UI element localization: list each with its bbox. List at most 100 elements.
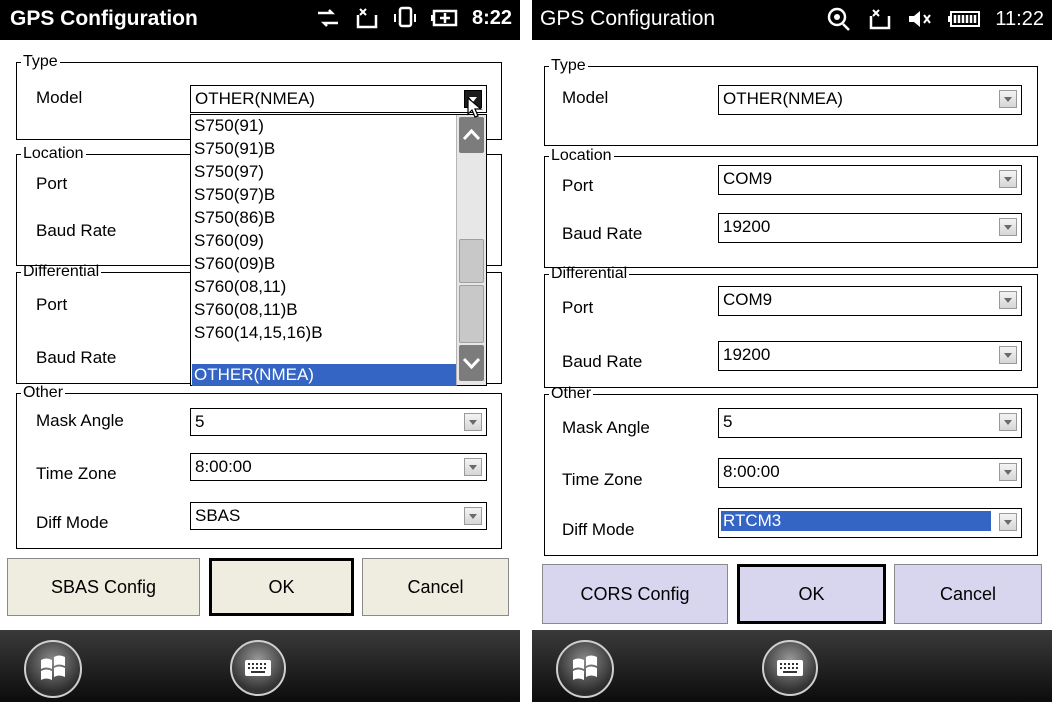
scroll-down-arrow-icon[interactable]	[459, 345, 484, 381]
list-item[interactable]: S760(08,11)B	[192, 299, 457, 321]
location-port-label: Port	[562, 176, 594, 195]
list-item[interactable]: S750(91)	[192, 115, 457, 137]
window-title: GPS Configuration	[540, 7, 716, 30]
differential-baud-value: 19200	[723, 345, 771, 364]
chevron-down-icon[interactable]	[999, 90, 1017, 108]
list-item[interactable]: S750(97)	[192, 161, 457, 183]
location-baud-value: 19200	[723, 217, 771, 236]
location-port-value: COM9	[723, 169, 773, 188]
mouse-cursor-icon	[466, 96, 484, 125]
chevron-down-icon[interactable]	[999, 463, 1017, 481]
differential-legend: Differential	[23, 263, 100, 280]
list-item-selected[interactable]: OTHER(NMEA)	[192, 364, 457, 386]
chevron-down-icon[interactable]	[464, 413, 482, 431]
vibrate-icon	[392, 6, 418, 30]
diff-mode-select[interactable]: RTCM3	[718, 508, 1022, 538]
differential-legend: Differential	[551, 265, 628, 282]
location-baud-label: Baud Rate	[36, 221, 117, 240]
diff-mode-label: Diff Mode	[36, 513, 109, 532]
sync-icon	[314, 7, 342, 29]
type-legend: Type	[551, 57, 586, 74]
chevron-down-icon[interactable]	[464, 507, 482, 525]
chevron-down-icon[interactable]	[999, 218, 1017, 236]
mask-angle-value: 5	[723, 412, 733, 431]
location-port-select[interactable]: COM9	[718, 165, 1022, 195]
time-zone-value: 8:00:00	[195, 457, 252, 476]
location-legend: Location	[551, 147, 612, 164]
differential-baud-label: Baud Rate	[36, 348, 117, 367]
list-item[interactable]: S750(91)B	[192, 138, 457, 160]
ok-button[interactable]: OK	[737, 564, 886, 624]
status-icons: 8:22	[314, 6, 512, 30]
dropdown-scrollbar[interactable]	[456, 115, 486, 385]
cancel-button[interactable]: Cancel	[362, 558, 509, 616]
model-select[interactable]: OTHER(NMEA)	[190, 85, 487, 113]
status-icons: 11:22	[825, 6, 1044, 32]
taskbar	[532, 630, 1052, 702]
model-select-value: OTHER(NMEA)	[195, 89, 315, 108]
location-port-label: Port	[36, 174, 68, 193]
model-select-value: OTHER(NMEA)	[723, 89, 843, 108]
scroll-thumb[interactable]	[459, 285, 484, 343]
windows-start-icon[interactable]	[24, 640, 82, 698]
scroll-thumb-upper[interactable]	[459, 239, 484, 283]
differential-baud-select[interactable]: 19200	[718, 341, 1022, 371]
window-title: GPS Configuration	[10, 7, 198, 30]
other-legend: Other	[23, 384, 64, 401]
list-item[interactable]: S750(97)B	[192, 184, 457, 206]
taskbar	[0, 630, 520, 702]
model-dropdown-list[interactable]: S750(91) S750(91)B S750(97) S750(97)B S7…	[190, 114, 487, 386]
form-body: Type Model OTHER(NMEA) Location Port COM…	[532, 40, 1052, 702]
clock: 8:22	[471, 6, 512, 29]
chevron-down-icon[interactable]	[464, 458, 482, 476]
list-item[interactable]: S760(09)B	[192, 253, 457, 275]
keyboard-icon[interactable]	[762, 640, 818, 696]
sbas-config-button[interactable]: SBAS Config	[7, 558, 200, 616]
list-item[interactable]: S760(09)	[192, 230, 457, 252]
diff-mode-select[interactable]: SBAS	[190, 502, 487, 530]
message-icon	[354, 7, 380, 29]
chevron-down-icon[interactable]	[999, 513, 1017, 531]
type-legend: Type	[23, 53, 58, 70]
ok-button[interactable]: OK	[209, 558, 354, 616]
left-device-screen: GPS Configuration 8:22 Type Model OTHER(…	[0, 0, 520, 702]
differential-port-label: Port	[562, 298, 594, 317]
differential-baud-label: Baud Rate	[562, 352, 643, 371]
chevron-down-icon[interactable]	[999, 170, 1017, 188]
location-legend: Location	[23, 145, 84, 162]
mask-angle-value: 5	[195, 412, 205, 431]
speaker-mute-icon	[907, 8, 933, 30]
message-icon	[867, 8, 893, 30]
time-zone-select[interactable]: 8:00:00	[190, 453, 487, 481]
time-zone-label: Time Zone	[562, 470, 643, 489]
divider	[520, 0, 532, 702]
chevron-down-icon[interactable]	[999, 413, 1017, 431]
mask-angle-label: Mask Angle	[562, 418, 650, 437]
keyboard-icon[interactable]	[230, 640, 286, 696]
list-item[interactable]: S760(14,15,16)B	[192, 322, 457, 344]
cors-config-button[interactable]: CORS Config	[542, 564, 728, 624]
title-bar: GPS Configuration 8:22	[0, 0, 520, 40]
location-baud-select[interactable]: 19200	[718, 213, 1022, 243]
differential-port-value: COM9	[723, 290, 773, 309]
list-item[interactable]: S750(86)B	[192, 207, 457, 229]
model-label: Model	[562, 88, 609, 107]
differential-port-select[interactable]: COM9	[718, 286, 1022, 316]
time-zone-label: Time Zone	[36, 464, 117, 483]
mask-angle-select[interactable]: 5	[190, 408, 487, 436]
time-zone-select[interactable]: 8:00:00	[718, 458, 1022, 488]
differential-port-label: Port	[36, 295, 68, 314]
windows-start-icon[interactable]	[556, 640, 614, 698]
chevron-down-icon[interactable]	[999, 291, 1017, 309]
list-item[interactable]: S760(08,11)	[192, 276, 457, 298]
diff-mode-label: Diff Mode	[562, 520, 635, 539]
diff-mode-value: SBAS	[195, 506, 241, 525]
time-zone-value: 8:00:00	[723, 462, 780, 481]
mask-angle-select[interactable]: 5	[718, 408, 1022, 438]
cancel-button[interactable]: Cancel	[894, 564, 1042, 624]
battery-charging-icon	[430, 7, 460, 29]
chevron-down-icon[interactable]	[999, 346, 1017, 364]
battery-icon	[947, 10, 981, 28]
model-select[interactable]: OTHER(NMEA)	[718, 85, 1022, 115]
model-label: Model	[36, 88, 83, 107]
